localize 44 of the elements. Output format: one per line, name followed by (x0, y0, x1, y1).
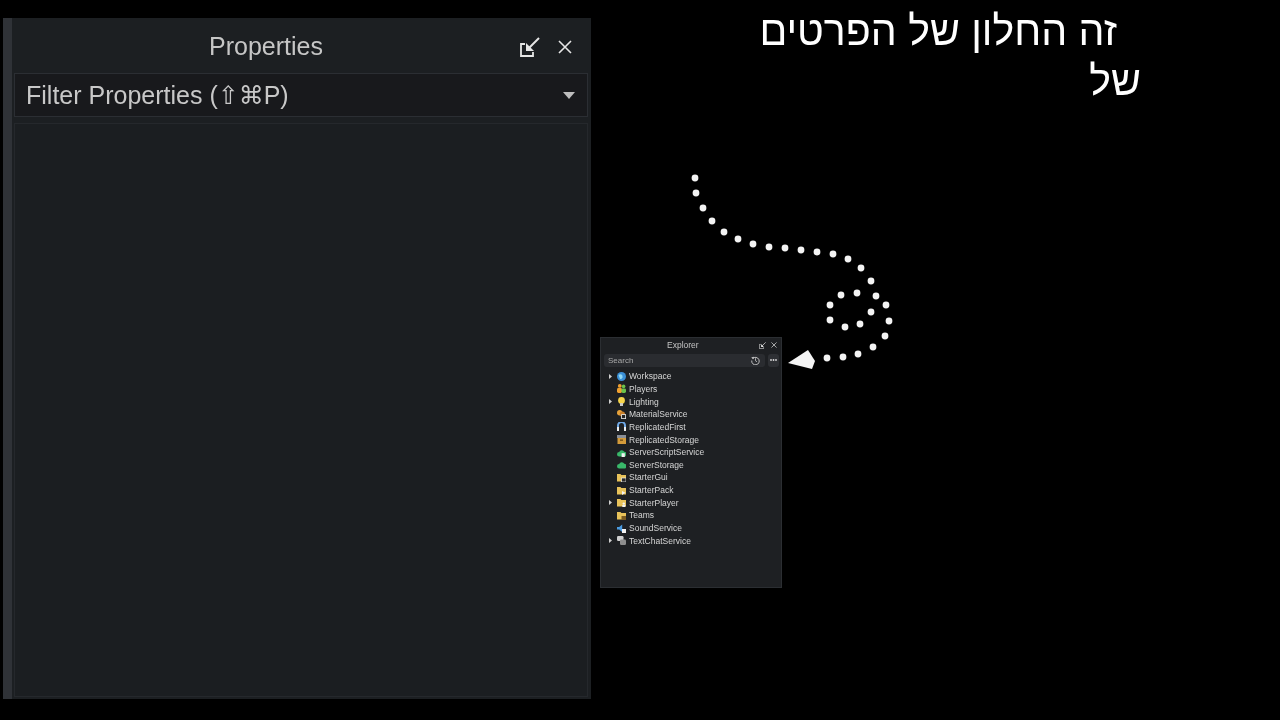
more-button[interactable] (768, 353, 779, 367)
expand-arrow-icon[interactable] (609, 500, 612, 506)
tree-item[interactable]: MaterialService (629, 409, 688, 420)
tree-item[interactable]: ServerScriptService (629, 447, 705, 458)
tree-item[interactable]: ReplicatedFirst (629, 421, 686, 432)
close-icon[interactable] (771, 342, 777, 348)
globe-icon (617, 371, 626, 381)
tree-item[interactable]: Teams (629, 510, 655, 521)
speaker-icon (617, 523, 626, 533)
folder-icon (617, 485, 626, 495)
box-icon (617, 435, 626, 444)
panel-title: Explorer (667, 340, 699, 350)
folder-icon (617, 472, 626, 482)
folder-icon (617, 510, 626, 520)
chat-icon (617, 536, 626, 546)
caret-icon[interactable] (563, 92, 575, 99)
tree-item[interactable]: StarterPack (629, 485, 674, 496)
expand-arrow-icon[interactable] (609, 399, 612, 405)
tree-item[interactable]: Workspace (629, 371, 672, 382)
search-field[interactable]: Search (604, 353, 765, 367)
tree-item[interactable]: ServerStorage (629, 459, 684, 470)
box-arrow-icon[interactable] (759, 341, 766, 349)
tree-item[interactable]: SoundService (629, 523, 682, 533)
cloud-icon (617, 460, 626, 470)
people-icon (617, 384, 626, 394)
expand-arrow-icon[interactable] (609, 538, 612, 544)
panel-title: Properties (209, 32, 323, 61)
close-icon[interactable] (558, 39, 572, 54)
tree-item[interactable]: TextChatService (629, 535, 691, 546)
caption-text: זה החלון של הפרטים של (758, 7, 1141, 106)
history-icon[interactable] (751, 355, 760, 365)
tree-item[interactable]: ReplicatedStorage (629, 434, 699, 445)
cloud-icon (617, 447, 626, 457)
arch-icon (617, 422, 626, 432)
spheres-icon (617, 409, 626, 419)
box-arrow-icon[interactable] (520, 36, 540, 57)
tree-item[interactable]: Lighting (629, 396, 659, 407)
folder-icon (617, 498, 626, 508)
filter-field[interactable]: Filter Properties (⇧⌘P) (14, 73, 588, 117)
lightbulb-icon (617, 397, 626, 407)
tree-item[interactable]: Players (629, 383, 658, 394)
tree-item[interactable]: StarterPlayer (629, 497, 679, 508)
expand-arrow-icon[interactable] (609, 373, 612, 379)
tree-item[interactable]: StarterGui (629, 472, 668, 483)
